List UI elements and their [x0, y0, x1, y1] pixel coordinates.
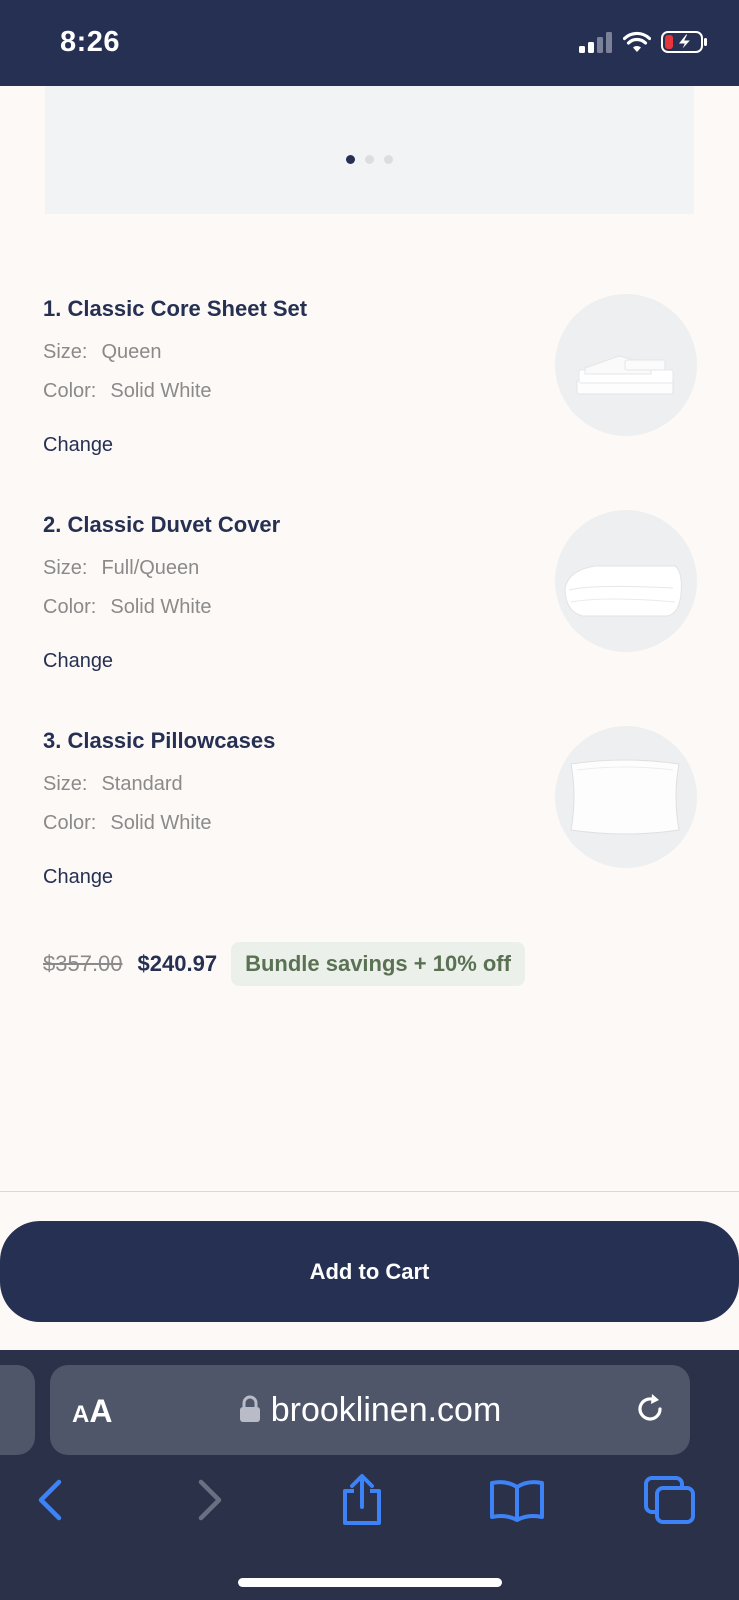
browser-toolbar [0, 1470, 739, 1540]
carousel-dot[interactable] [384, 155, 393, 164]
status-icons [579, 30, 709, 54]
item-title: 1. Classic Core Sheet Set [43, 296, 308, 321]
size-value: Full/Queen [101, 557, 200, 579]
size-label: Size: [43, 341, 88, 363]
bundle-item-pillowcases: 3. Classic Pillowcases Size: Standard Col… [43, 726, 697, 889]
previous-tab-preview[interactable] [0, 1365, 35, 1455]
bundle-item-duvet-cover: 2. Classic Duvet Cover Size: Full/Queen C… [43, 510, 697, 673]
change-link[interactable]: Change [43, 434, 113, 457]
url-display[interactable]: brooklinen.com [50, 1391, 690, 1430]
item-color: Color: Solid White [43, 380, 212, 403]
item-size: Size: Full/Queen [43, 557, 199, 580]
address-bar[interactable]: AA brooklinen.com [50, 1365, 690, 1455]
color-label: Color: [43, 380, 97, 402]
share-icon[interactable] [332, 1470, 392, 1530]
bundle-price: $240.97 [137, 951, 218, 976]
add-to-cart-button[interactable]: Add to Cart [0, 1221, 739, 1322]
bundle-pricing: $357.00 $240.97 Bundle savings + 10% off [43, 942, 525, 986]
change-link[interactable]: Change [43, 650, 113, 673]
item-title: 2. Classic Duvet Cover [43, 512, 281, 537]
wifi-icon [623, 31, 651, 52]
browser-chrome: AA brooklinen.com [0, 1350, 739, 1600]
home-indicator [238, 1578, 502, 1587]
color-label: Color: [43, 812, 97, 834]
size-value: Standard [101, 773, 183, 795]
reload-icon[interactable] [632, 1391, 668, 1427]
size-label: Size: [43, 557, 88, 579]
back-icon[interactable] [20, 1470, 80, 1530]
color-label: Color: [43, 596, 97, 618]
color-value: Solid White [110, 812, 212, 834]
sheet-set-image [555, 294, 697, 436]
carousel-dots [45, 155, 694, 164]
product-image-carousel[interactable] [45, 86, 694, 214]
savings-badge: Bundle savings + 10% off [231, 942, 525, 986]
item-size: Size: Queen [43, 341, 162, 364]
battery-charging-icon [661, 31, 707, 53]
divider [0, 1191, 739, 1192]
pillowcase-image [555, 726, 697, 868]
item-title: 3. Classic Pillowcases [43, 728, 276, 753]
carousel-dot[interactable] [365, 155, 374, 164]
cellular-signal-icon [579, 32, 612, 53]
status-time: 8:26 [60, 26, 121, 58]
change-link[interactable]: Change [43, 866, 113, 889]
size-value: Queen [101, 341, 162, 363]
original-price: $357.00 [43, 951, 123, 976]
item-color: Color: Solid White [43, 596, 212, 619]
forward-icon[interactable] [180, 1470, 240, 1530]
tabs-icon[interactable] [640, 1470, 700, 1530]
color-value: Solid White [110, 380, 212, 402]
carousel-dot-active[interactable] [346, 155, 355, 164]
size-label: Size: [43, 773, 88, 795]
item-color: Color: Solid White [43, 812, 212, 835]
lock-icon [239, 1395, 260, 1422]
bundle-item-sheet-set: 1. Classic Core Sheet Set Size: Queen Col… [43, 294, 697, 457]
bookmarks-icon[interactable] [487, 1470, 547, 1530]
color-value: Solid White [110, 596, 212, 618]
duvet-cover-image [555, 510, 697, 652]
item-size: Size: Standard [43, 773, 183, 796]
domain-text: brooklinen.com [270, 1391, 502, 1429]
status-bar: 8:26 [0, 0, 739, 86]
